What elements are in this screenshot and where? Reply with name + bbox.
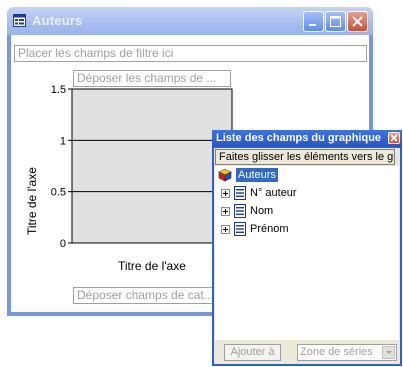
close-button[interactable] bbox=[347, 11, 368, 32]
zone-select[interactable]: Zone de séries bbox=[297, 344, 397, 361]
chevron-down-icon[interactable] bbox=[382, 346, 395, 359]
close-icon bbox=[352, 16, 363, 27]
expand-icon[interactable] bbox=[221, 189, 230, 198]
minimize-button[interactable] bbox=[303, 11, 324, 32]
field-label: Prénom bbox=[250, 223, 289, 235]
close-icon bbox=[390, 134, 398, 142]
maximize-button[interactable] bbox=[325, 11, 346, 32]
maximize-icon bbox=[330, 16, 341, 27]
field-label: N° auteur bbox=[250, 187, 297, 199]
field-list-body: Faites glisser les éléments vers le g...… bbox=[214, 148, 400, 364]
plot-area bbox=[71, 88, 233, 244]
field-list-panel: Liste des champs du graphique Faites gli… bbox=[212, 130, 402, 366]
add-to-button[interactable]: Ajouter à bbox=[224, 344, 281, 361]
x-axis-title[interactable]: Titre de l'axe bbox=[118, 259, 186, 273]
y-axis-title[interactable]: Titre de l'axe bbox=[25, 167, 39, 235]
field-list-title-bar[interactable]: Liste des champs du graphique bbox=[212, 130, 402, 147]
window-title: Auteurs bbox=[32, 13, 83, 28]
y-tick-label: 0.5 bbox=[51, 187, 66, 199]
expand-icon[interactable] bbox=[221, 225, 230, 234]
form-icon bbox=[13, 14, 26, 27]
field-list-footer: Ajouter à Zone de séries bbox=[214, 340, 400, 364]
y-tick-label: 1.5 bbox=[51, 84, 66, 96]
table-query-icon bbox=[218, 168, 232, 182]
title-bar[interactable]: Auteurs bbox=[7, 7, 373, 35]
minimize-icon bbox=[309, 24, 316, 26]
expand-icon[interactable] bbox=[221, 207, 230, 216]
field-icon bbox=[234, 186, 246, 200]
field-label: Nom bbox=[250, 205, 274, 217]
category-drop-zone[interactable]: Déposer champs de cat... bbox=[73, 287, 231, 304]
y-tick-label: 1 bbox=[60, 135, 66, 147]
field-list-close-button[interactable] bbox=[388, 132, 400, 144]
field-list-title: Liste des champs du graphique bbox=[216, 132, 382, 144]
field-icon bbox=[234, 204, 246, 218]
y-axis: 0 0.5 1 1.5 bbox=[51, 84, 72, 250]
drag-hint: Faites glisser les éléments vers le g... bbox=[215, 149, 395, 165]
field-tree[interactable]: Auteurs N° auteur Nom Prénom bbox=[215, 166, 399, 340]
field-icon bbox=[234, 222, 246, 236]
zone-select-value: Zone de séries bbox=[300, 346, 373, 358]
tree-root-label: Auteurs bbox=[236, 168, 278, 182]
y-tick-label: 0 bbox=[60, 238, 66, 250]
